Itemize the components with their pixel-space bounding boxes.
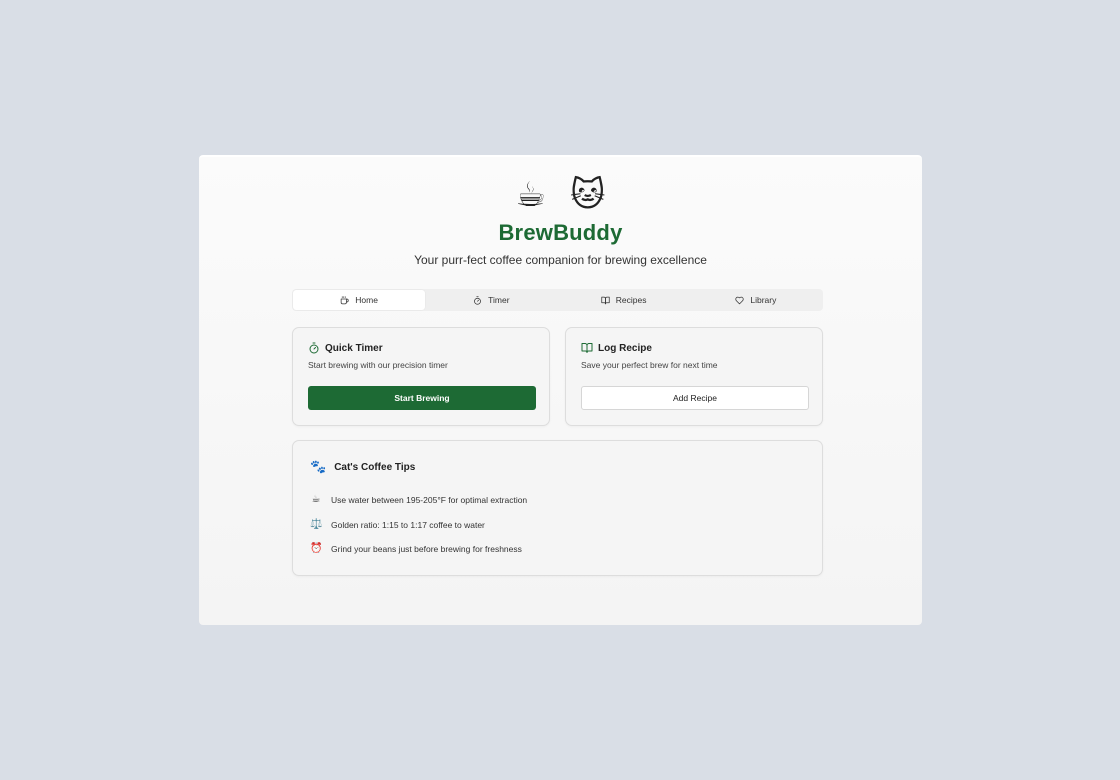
alarm-clock-icon: ⏰ bbox=[310, 543, 323, 554]
book-icon bbox=[581, 343, 593, 353]
scale-icon: ⚖️ bbox=[310, 519, 323, 530]
tab-recipes[interactable]: Recipes bbox=[558, 290, 690, 310]
log-recipe-header: Log Recipe bbox=[581, 342, 652, 354]
quick-timer-description: Start brewing with our precision timer bbox=[308, 360, 448, 370]
tab-label: Recipes bbox=[615, 295, 647, 305]
app-title: BrewBuddy bbox=[498, 220, 623, 245]
coffee-tips-header: 🐾 Cat's Coffee Tips bbox=[310, 459, 415, 475]
tab-label: Library bbox=[750, 295, 777, 305]
start-brewing-button[interactable]: Start Brewing bbox=[308, 386, 536, 410]
tip-item: ☕ Use water between 195-205°F for optima… bbox=[310, 494, 528, 505]
stopwatch-icon bbox=[309, 342, 319, 354]
tip-item: ⏰ Grind your beans just before brewing f… bbox=[310, 543, 522, 554]
coffee-cup-icon: ☕ bbox=[515, 176, 547, 214]
quick-timer-card: Quick Timer Start brewing with our preci… bbox=[292, 327, 550, 426]
coffee-cup-icon: ☕ bbox=[311, 494, 321, 505]
coffee-tips-title: Cat's Coffee Tips bbox=[334, 461, 416, 473]
coffee-cup-icon bbox=[341, 295, 349, 304]
cat-face-icon: 🐱 bbox=[570, 176, 606, 214]
log-recipe-title: Log Recipe bbox=[598, 342, 652, 354]
tab-label: Timer bbox=[488, 295, 510, 305]
heart-icon bbox=[735, 296, 744, 304]
hero-icons: ☕ 🐱 bbox=[199, 175, 922, 215]
quick-timer-header: Quick Timer bbox=[308, 342, 383, 354]
tip-text: Grind your beans just before brewing for… bbox=[331, 543, 522, 554]
log-recipe-description: Save your perfect brew for next time bbox=[581, 360, 718, 370]
tab-library[interactable]: Library bbox=[690, 290, 822, 310]
tip-item: ⚖️ Golden ratio: 1:15 to 1:17 coffee to … bbox=[310, 519, 485, 530]
tab-timer[interactable]: Timer bbox=[425, 290, 557, 310]
book-icon bbox=[601, 296, 610, 304]
log-recipe-card: Log Recipe Save your perfect brew for ne… bbox=[565, 327, 823, 426]
app-subtitle: Your purr-fect coffee companion for brew… bbox=[414, 253, 707, 267]
tip-text: Use water between 195-205°F for optimal … bbox=[331, 494, 528, 505]
coffee-tips-card: 🐾 Cat's Coffee Tips ☕ Use water between … bbox=[292, 440, 823, 576]
add-recipe-button[interactable]: Add Recipe bbox=[581, 386, 809, 410]
tab-home[interactable]: Home bbox=[293, 290, 426, 310]
paw-prints-icon: 🐾 bbox=[310, 459, 327, 474]
app-window: ☕ 🐱 BrewBuddy Your purr-fect coffee comp… bbox=[199, 155, 922, 625]
tip-text: Golden ratio: 1:15 to 1:17 coffee to wat… bbox=[331, 519, 485, 530]
stopwatch-icon bbox=[474, 295, 482, 305]
tab-bar: Home Timer Recipes Library bbox=[292, 289, 823, 311]
tab-label: Home bbox=[355, 295, 378, 305]
quick-timer-title: Quick Timer bbox=[325, 342, 383, 354]
